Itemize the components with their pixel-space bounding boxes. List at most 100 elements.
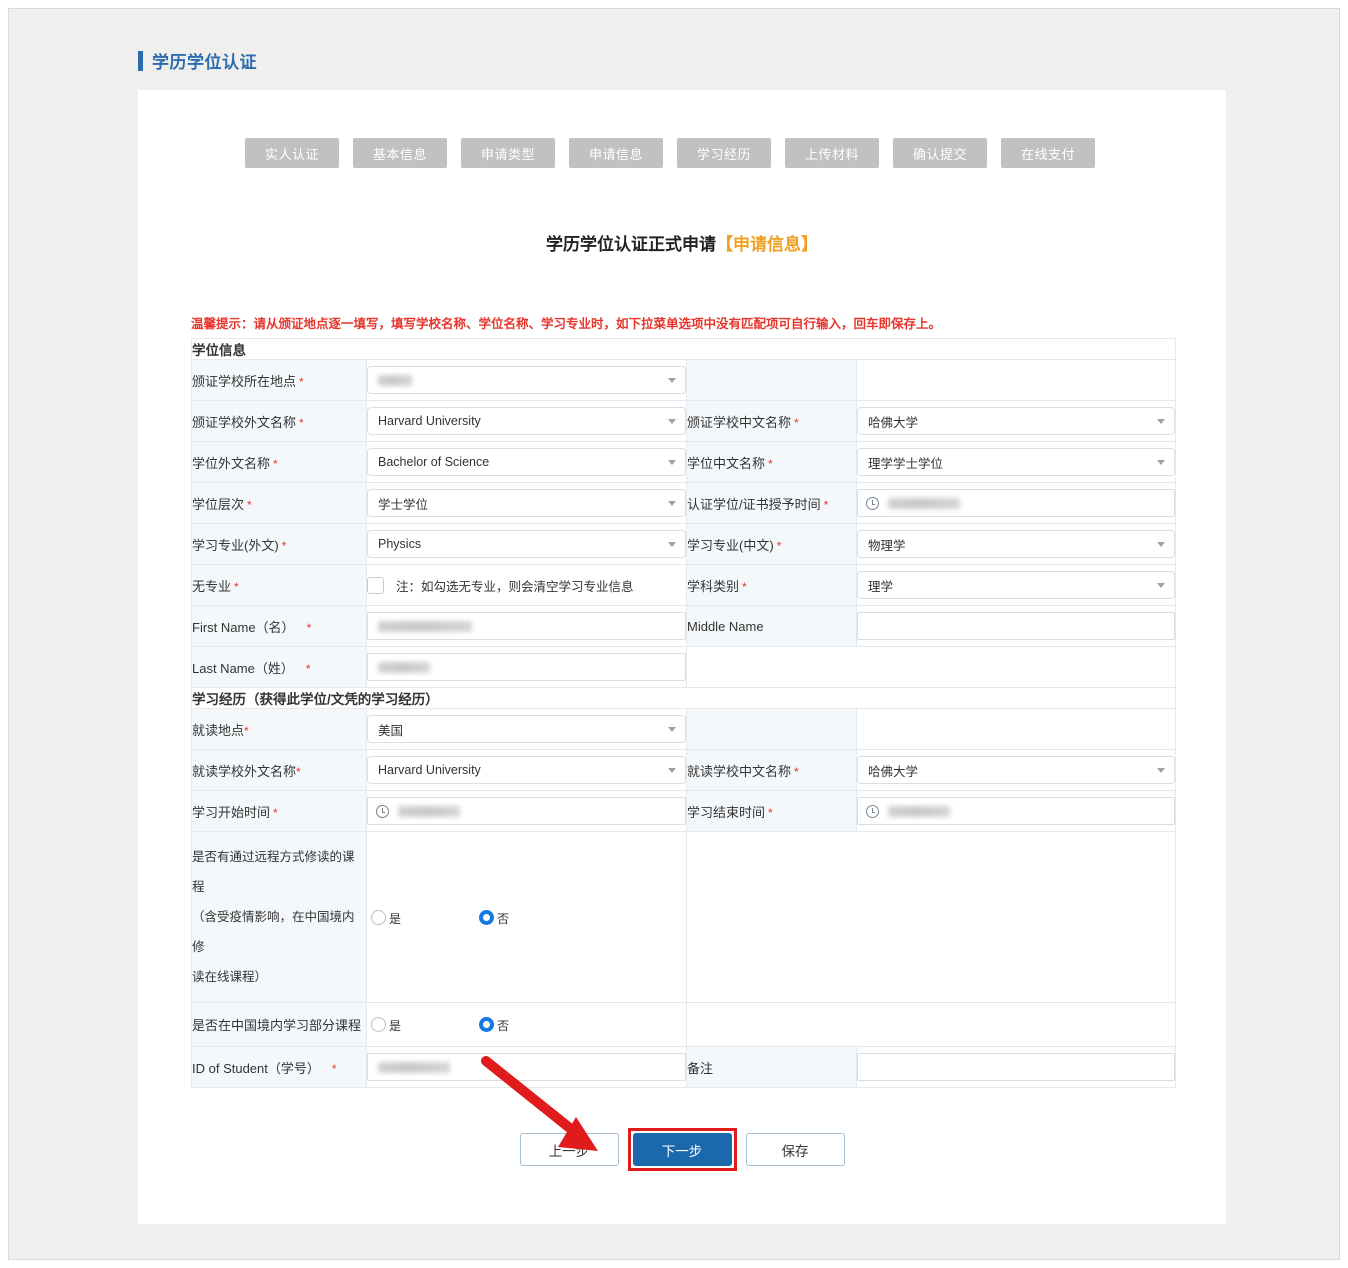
degree-level-select[interactable]: 学士学位 (367, 489, 686, 517)
degree-chinese-label: 学位中文名称 * (686, 441, 857, 483)
radio-label: 否 (497, 911, 510, 926)
degree-section-heading: 学位信息 (191, 338, 1176, 360)
remark-input[interactable] (857, 1053, 1175, 1081)
first-name-input[interactable] (367, 612, 686, 640)
required-mark: * (768, 456, 773, 471)
remote-radio-no[interactable]: 否 (479, 909, 510, 926)
table-row: ID of Student（学号） * 备注 (191, 1046, 1176, 1088)
tab-label: 申请类型 (480, 146, 535, 162)
table-row: 就读地点* 美国 (191, 708, 1176, 750)
last-name-input[interactable] (367, 653, 686, 681)
empty-cell (686, 831, 1176, 1003)
select-value: Harvard University (378, 414, 481, 428)
remote-label-line-3: 读在线课程） (192, 970, 268, 984)
empty-cell (686, 646, 1176, 688)
table-row: 无专业 * 注：如勾选无专业，则会清空学习专业信息 学科类别 * 理学 (191, 564, 1176, 606)
table-row: 学位层次 * 学士学位 认证学位/证书授予时间 * (191, 482, 1176, 524)
form-title-main: 学历学位认证正式申请 (546, 235, 716, 254)
required-mark: * (768, 805, 773, 820)
issue-location-select[interactable] (367, 366, 686, 394)
end-date-input[interactable] (857, 797, 1175, 825)
degree-foreign-cell: Bachelor of Science (366, 441, 687, 483)
degree-foreign-select[interactable]: Bachelor of Science (367, 448, 686, 476)
major-chinese-select[interactable]: 物理学 (857, 530, 1175, 558)
table-row: 就读学校外文名称* Harvard University 就读学校中文名称 * 哈… (191, 749, 1176, 791)
tab-study-experience[interactable]: 学习经历 (677, 138, 771, 168)
major-foreign-select[interactable]: Physics (367, 530, 686, 558)
no-major-label: 无专业 * (191, 564, 367, 606)
study-school-foreign-select[interactable]: Harvard University (367, 756, 686, 784)
school-foreign-select[interactable]: Harvard University (367, 407, 686, 435)
degree-level-label: 学位层次 * (191, 482, 367, 524)
tab-real-name-auth[interactable]: 实人认证 (245, 138, 339, 168)
domestic-radio-no[interactable]: 否 (479, 1017, 509, 1032)
label-text: 无专业 (192, 578, 232, 594)
remark-cell (856, 1046, 1176, 1088)
study-school-chinese-select[interactable]: 哈佛大学 (857, 756, 1175, 784)
remote-radio-yes[interactable]: 是 (371, 909, 401, 925)
select-value: 理学 (868, 579, 894, 594)
school-chinese-cell: 哈佛大学 (856, 400, 1176, 442)
radio-label: 否 (497, 1019, 510, 1033)
start-date-input[interactable] (367, 797, 686, 825)
redacted-value (378, 374, 412, 386)
remark-label: 备注 (686, 1046, 857, 1088)
award-date-input[interactable] (857, 489, 1175, 517)
award-date-label: 认证学位/证书授予时间 * (686, 482, 857, 524)
clock-icon (376, 804, 389, 818)
label-text: 学科类别 (687, 578, 740, 594)
no-major-checkbox[interactable] (367, 576, 384, 594)
table-row: 颁证学校外文名称 * Harvard University 颁证学校中文名称 * 哈… (191, 400, 1176, 442)
last-name-cell (366, 646, 687, 688)
prev-step-button[interactable]: 上一步 (519, 1133, 619, 1166)
subject-category-select[interactable]: 理学 (857, 571, 1175, 599)
chevron-down-icon (668, 768, 676, 773)
tab-online-payment[interactable]: 在线支付 (1001, 138, 1095, 168)
required-mark: * (296, 764, 301, 779)
subject-category-label: 学科类别 * (686, 564, 857, 606)
domestic-radio-yes[interactable]: 是 (371, 1017, 401, 1032)
major-foreign-cell: Physics (366, 523, 687, 565)
remote-label-line-2: （含受疫情影响，在中国境内修 (192, 910, 355, 954)
school-chinese-select[interactable]: 哈佛大学 (857, 407, 1175, 435)
degree-level-cell: 学士学位 (366, 482, 687, 524)
required-mark: * (794, 415, 799, 430)
chevron-down-icon (1157, 542, 1165, 547)
tab-basic-info[interactable]: 基本信息 (353, 138, 447, 168)
table-row: First Name（名） * Middle Name (191, 605, 1176, 647)
chevron-down-icon (1157, 583, 1165, 588)
student-id-cell (366, 1046, 687, 1088)
save-button[interactable]: 保存 (745, 1133, 845, 1166)
subject-category-cell: 理学 (856, 564, 1176, 606)
form-title: 学历学位认证正式申请【申请信息】 (138, 230, 1226, 255)
study-location-select[interactable]: 美国 (367, 715, 686, 743)
form-title-highlight: 【申请信息】 (716, 235, 818, 254)
chevron-down-icon (668, 378, 676, 383)
remote-course-label: 是否有通过远程方式修读的课程 （含受疫情影响，在中国境内修 读在线课程） (191, 831, 367, 1003)
label-text: 颁证学校外文名称 (192, 414, 297, 430)
section-header-row: 学习经历（获得此学位/文凭的学习经历） (191, 687, 1176, 709)
required-mark: * (299, 415, 304, 430)
next-step-button[interactable]: 下一步 (632, 1133, 732, 1166)
page-header: 学历学位认证 (138, 48, 257, 73)
empty-label-cell (686, 708, 857, 750)
header-accent-bar (138, 50, 143, 71)
start-date-label: 学习开始时间 * (191, 790, 367, 832)
tab-confirm-submit[interactable]: 确认提交 (893, 138, 987, 168)
degree-chinese-select[interactable]: 理学学士学位 (857, 448, 1175, 476)
study-location-label: 就读地点* (191, 708, 367, 750)
tab-application-info[interactable]: 申请信息 (569, 138, 663, 168)
empty-value-cell (856, 359, 1176, 401)
select-value: 美国 (378, 723, 404, 738)
label-text: 学习结束时间 (687, 804, 766, 820)
select-value: Physics (378, 537, 422, 551)
major-chinese-label: 学习专业(中文) * (686, 523, 857, 565)
middle-name-input[interactable] (857, 612, 1175, 640)
tab-upload-materials[interactable]: 上传材料 (785, 138, 879, 168)
tab-application-type[interactable]: 申请类型 (461, 138, 555, 168)
table-row: 学习专业(外文) * Physics 学习专业(中文) * 物理学 (191, 523, 1176, 565)
student-id-input[interactable] (367, 1053, 686, 1081)
table-row: 学位外文名称 * Bachelor of Science 学位中文名称 * 理学学士… (191, 441, 1176, 483)
end-date-label: 学习结束时间 * (686, 790, 857, 832)
empty-cell (686, 1002, 1176, 1047)
